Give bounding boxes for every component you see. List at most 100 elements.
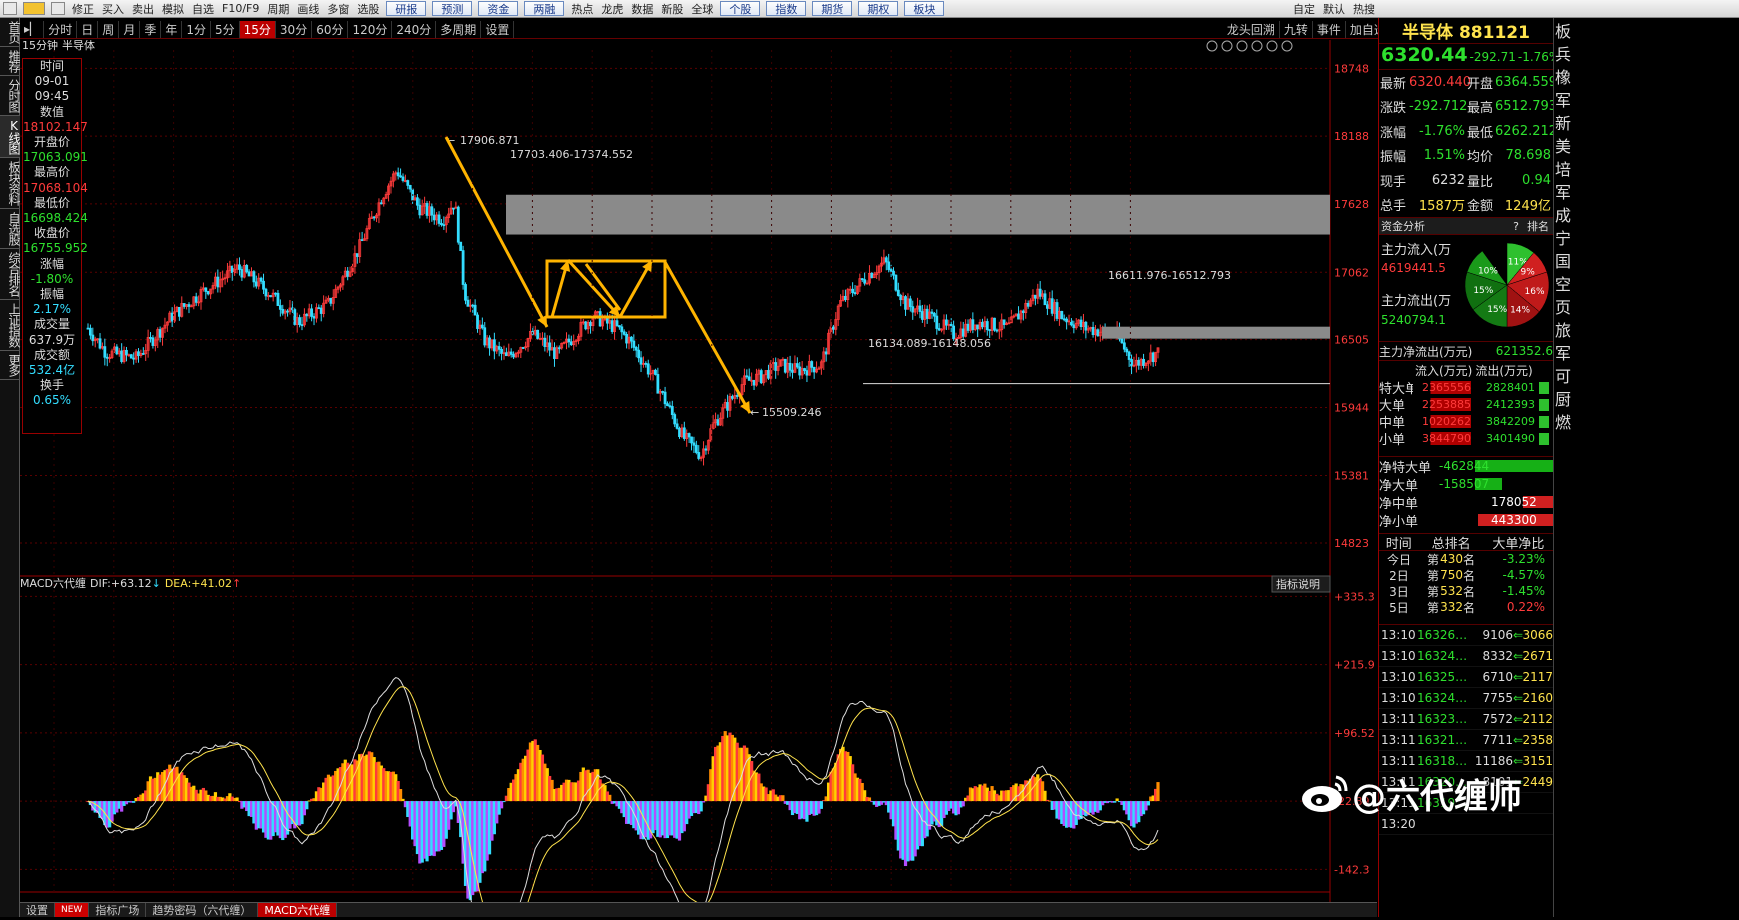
left-tab-6[interactable]: 综合排名 [0, 249, 21, 300]
toolbar-boxed-3[interactable]: 两融 [524, 1, 565, 16]
help-icon[interactable]: ? [1509, 220, 1523, 233]
left-tab-2[interactable]: 分时图 [0, 76, 21, 116]
timeframe-4[interactable]: 季 [140, 20, 162, 38]
toolbar-5[interactable]: F10/F9 [218, 0, 263, 17]
rank-link[interactable]: 排名 [1523, 218, 1553, 234]
candle-body [1122, 342, 1126, 350]
indicator-help-label: 指标说明 [1276, 577, 1320, 591]
play-icon[interactable]: ▸▏ [20, 20, 45, 38]
timeframe-13[interactable]: 多周期 [436, 20, 482, 38]
main-outflow-value: 5240794.1 [1381, 313, 1446, 327]
hand-icon[interactable] [1221, 40, 1233, 52]
info-close: 16755.952 [23, 241, 88, 256]
tick-n-2: 2117 [1522, 670, 1553, 684]
timeframe-7[interactable]: 5分 [211, 20, 240, 38]
zoomin-icon[interactable] [1251, 40, 1263, 52]
timeframe-6[interactable]: 1分 [182, 20, 211, 38]
toolbar-boxed2-0[interactable]: 个股 [720, 1, 761, 16]
candle-body [170, 312, 174, 322]
far-char-9: 宁 [1555, 229, 1572, 248]
macd-bar [499, 801, 504, 809]
tf-right-0[interactable]: 龙头回溯 [1223, 20, 1280, 38]
eye-icon[interactable] [1206, 40, 1218, 52]
timeframe-5[interactable]: 年 [161, 20, 183, 38]
candle-body [788, 362, 792, 371]
timeframe-2[interactable]: 周 [98, 20, 120, 38]
candle-body [988, 329, 992, 332]
down-arrow-icon[interactable] [51, 2, 65, 15]
tf-right-2[interactable]: 事件 [1313, 20, 1346, 38]
bottom-tab-1[interactable]: NEW [55, 903, 90, 917]
minus-icon[interactable] [1281, 40, 1293, 52]
left-tab-0[interactable]: 首页 [0, 18, 21, 47]
left-tab-4[interactable]: 板块资料 [0, 158, 21, 209]
scissors-icon[interactable] [1236, 40, 1248, 52]
timeframe-9[interactable]: 30分 [276, 20, 313, 38]
toolbar-right-2[interactable]: 热搜 [1349, 0, 1379, 17]
toolbar-6[interactable]: 周期 [263, 0, 293, 17]
candle-body [1084, 321, 1088, 331]
toolbar-boxed2-4[interactable]: 板块 [904, 1, 945, 16]
kline-chart[interactable]: 18748 18188 17628 17062 16505 15944 15381 14823… [20, 38, 1377, 920]
toolbar-boxed2-3[interactable]: 期权 [858, 1, 899, 16]
candle-body [115, 346, 119, 355]
toolbar-boxed-1[interactable]: 预测 [432, 1, 473, 16]
left-tab-5[interactable]: 自选股 [0, 209, 21, 249]
toolbar-b-2[interactable]: 数据 [627, 0, 657, 17]
timeframe-12[interactable]: 240分 [392, 20, 437, 38]
toolbar-right-1[interactable]: 默认 [1319, 0, 1349, 17]
zoomout-icon[interactable] [1266, 40, 1278, 52]
toolbar-9[interactable]: 选股 [353, 0, 383, 17]
forward-icon[interactable] [23, 2, 45, 15]
timeframe-8[interactable]: 15分 [239, 20, 276, 38]
timeframe-3[interactable]: 月 [119, 20, 141, 38]
toolbar-b-1[interactable]: 龙虎 [597, 0, 627, 17]
toolbar-7[interactable]: 画线 [293, 0, 323, 17]
toolbar-8[interactable]: 多窗 [323, 0, 353, 17]
timeframe-10[interactable]: 60分 [312, 20, 349, 38]
toolbar-boxed-2[interactable]: 资金 [478, 1, 519, 16]
flow-table: 特大单 2365556 2828401 大单 2253885 2412393 中单 10202… [1379, 379, 1553, 448]
toolbar-boxed2-1[interactable]: 指数 [766, 1, 807, 16]
toolbar-boxed2-2[interactable]: 期货 [812, 1, 853, 16]
toolbar-b-3[interactable]: 新股 [657, 0, 687, 17]
timeframe-1[interactable]: 日 [77, 20, 99, 38]
candle-body [240, 269, 244, 278]
tick-n-7: 2449 [1522, 775, 1553, 789]
bottom-tab-3[interactable]: 趋势密码（六代缠） [146, 903, 259, 917]
bottom-tab-4[interactable]: MACD六代缠 [258, 903, 338, 917]
toolbar-boxed-0[interactable]: 研报 [386, 1, 427, 16]
quote-k1-4: 现手 [1380, 174, 1407, 190]
pie-label-4: 15% [1487, 305, 1507, 315]
stock-label: 半导体 [62, 40, 95, 52]
candle-body [904, 296, 907, 310]
left-tab-8[interactable]: 更多 [0, 351, 21, 380]
toolbar-3[interactable]: 模拟 [158, 0, 188, 17]
timeframe-14[interactable]: 设置 [481, 20, 515, 38]
toolbar-right-0[interactable]: 自定 [1289, 0, 1319, 17]
candle-body [889, 269, 893, 272]
back-icon[interactable] [3, 2, 17, 15]
toolbar-b-0[interactable]: 热点 [567, 0, 597, 17]
left-tab-3[interactable]: K线图 [0, 116, 21, 158]
toolbar-4[interactable]: 自选 [188, 0, 218, 17]
toolbar-2[interactable]: 卖出 [128, 0, 158, 17]
far-char-16: 厨 [1555, 390, 1572, 409]
timeframe-11[interactable]: 120分 [348, 20, 393, 38]
timeframe-0[interactable]: 分时 [44, 20, 78, 38]
candle-body [141, 353, 145, 355]
bottom-tab-2[interactable]: 指标广场 [89, 903, 147, 917]
kline-chart-area[interactable]: 18748 18188 17628 17062 16505 15944 15381 14823… [20, 38, 1377, 920]
left-tab-7[interactable]: 上证指数 [0, 300, 21, 351]
macd-header-part-5: +41.02 [191, 577, 232, 590]
candle-body [1125, 348, 1129, 353]
rank-t-3: 5日 [1389, 600, 1409, 615]
left-tab-1[interactable]: 推荐 [0, 47, 21, 76]
candle-body [452, 207, 455, 210]
candle-body [798, 366, 802, 376]
toolbar-b-4[interactable]: 全球 [687, 0, 717, 17]
tf-right-1[interactable]: 九转 [1280, 20, 1313, 38]
bottom-tab-0[interactable]: 设置 [20, 903, 55, 917]
toolbar-0[interactable]: 修正 [68, 0, 98, 17]
toolbar-1[interactable]: 买入 [98, 0, 128, 17]
